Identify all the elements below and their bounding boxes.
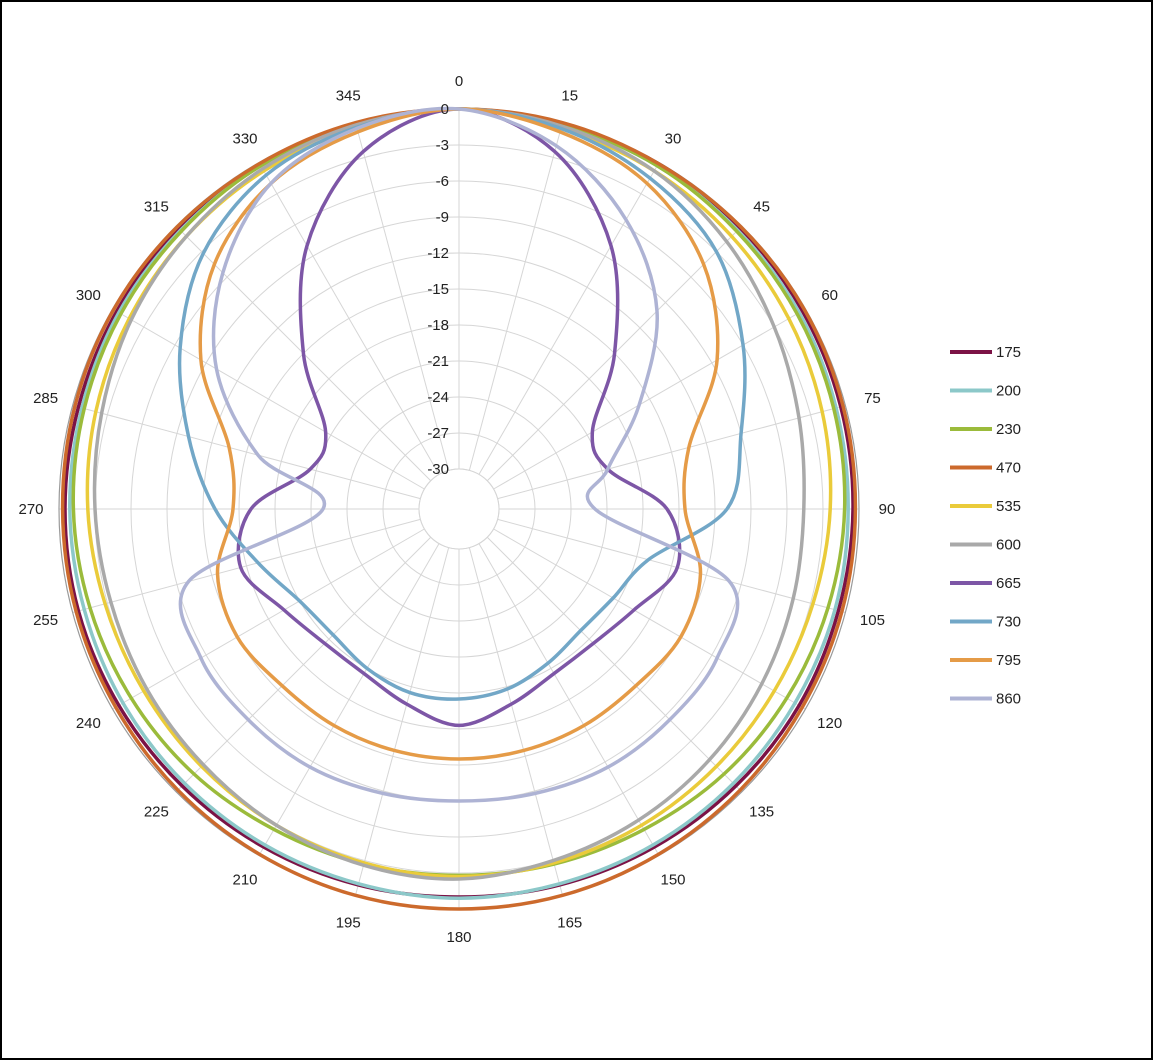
radial-tick-label: -6 [436,173,449,190]
angle-tick-label: 330 [232,130,257,147]
legend-label-470: 470 [996,460,1021,477]
legend-label-535: 535 [996,498,1021,515]
angle-tick-label: 195 [336,914,361,931]
legend-label-665: 665 [996,575,1021,592]
radial-tick-label: -18 [427,317,449,334]
angle-tick-label: 180 [446,929,471,946]
radial-tick-label: -21 [427,353,449,370]
radial-tick-label: -27 [427,425,449,442]
grid-ring [418,468,500,550]
legend-label-730: 730 [996,614,1021,631]
angle-tick-label: 15 [561,88,578,105]
radial-tick-label: -12 [427,245,449,262]
legend-label-200: 200 [996,383,1021,400]
legend-label-230: 230 [996,421,1021,438]
angle-tick-label: 240 [76,715,101,732]
angle-tick-label: 60 [821,287,838,304]
angle-tick-label: 45 [753,198,770,215]
radial-tick-label: -9 [436,209,449,226]
angle-tick-label: 30 [665,130,682,147]
radial-tick-label: -30 [427,461,449,478]
legend-label-600: 600 [996,537,1021,554]
radial-tick-label: -15 [427,281,449,298]
angle-tick-label: 105 [860,612,885,629]
angle-tick-label: 285 [33,390,58,407]
radial-tick-label: -3 [436,137,449,154]
angle-tick-label: 135 [749,804,774,821]
angle-tick-label: 75 [864,390,881,407]
radial-tick-label: -24 [427,389,449,406]
legend-label-860: 860 [996,691,1021,708]
legend-label-795: 795 [996,652,1021,669]
angle-tick-label: 225 [144,804,169,821]
angle-tick-label: 0 [455,73,463,90]
angle-tick-label: 120 [817,715,842,732]
legend-label-175: 175 [996,344,1021,361]
angle-tick-label: 345 [336,88,361,105]
angle-tick-label: 255 [33,612,58,629]
angle-tick-label: 210 [232,872,257,889]
angle-tick-label: 315 [144,198,169,215]
angle-tick-label: 90 [879,501,896,518]
angle-tick-label: 150 [660,872,685,889]
legend: 175 200 230 470 535 600 665 730 795 860 [950,344,1021,708]
polar-chart: 0 -3 -6 -9 -12 -15 -18 -21 -24 -27 -30 0 15 30 45 60 75 9… [18,73,1021,946]
angle-tick-label: 270 [18,501,43,518]
angle-tick-label: 300 [76,287,101,304]
angle-tick-label: 165 [557,914,582,931]
radial-tick-label: 0 [441,101,449,118]
